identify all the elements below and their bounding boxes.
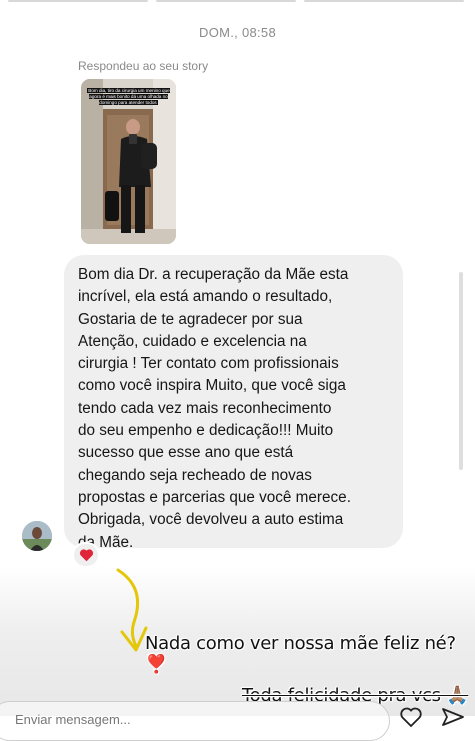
story-thumbnail[interactable]: Bom dia, tiro da cirurgia um menino que …: [81, 79, 176, 244]
story-reply-label: Respondeu ao seu story: [78, 59, 209, 73]
heart-icon: [79, 549, 93, 562]
story-overlay-text-1: Nada como ver nossa mãe feliz né? ❣️: [145, 633, 456, 675]
scrollbar[interactable]: [459, 272, 463, 470]
message-text: Bom dia Dr. a recuperação da Mãe esta in…: [78, 266, 351, 551]
send-icon[interactable]: [440, 706, 466, 728]
message-bubble[interactable]: Bom dia Dr. a recuperação da Mãe esta in…: [64, 255, 403, 551]
message-timestamp: DOM., 08:58: [199, 25, 276, 40]
avatar-photo: [22, 521, 52, 551]
avatar[interactable]: [22, 521, 52, 551]
reaction-badge[interactable]: [72, 542, 100, 568]
like-heart-icon[interactable]: [398, 706, 424, 728]
message-input[interactable]: Enviar mensagem...: [0, 701, 390, 741]
story-progress-bar: [0, 0, 475, 8]
story-caption: Bom dia, tiro da cirurgia um menino que …: [87, 88, 170, 105]
